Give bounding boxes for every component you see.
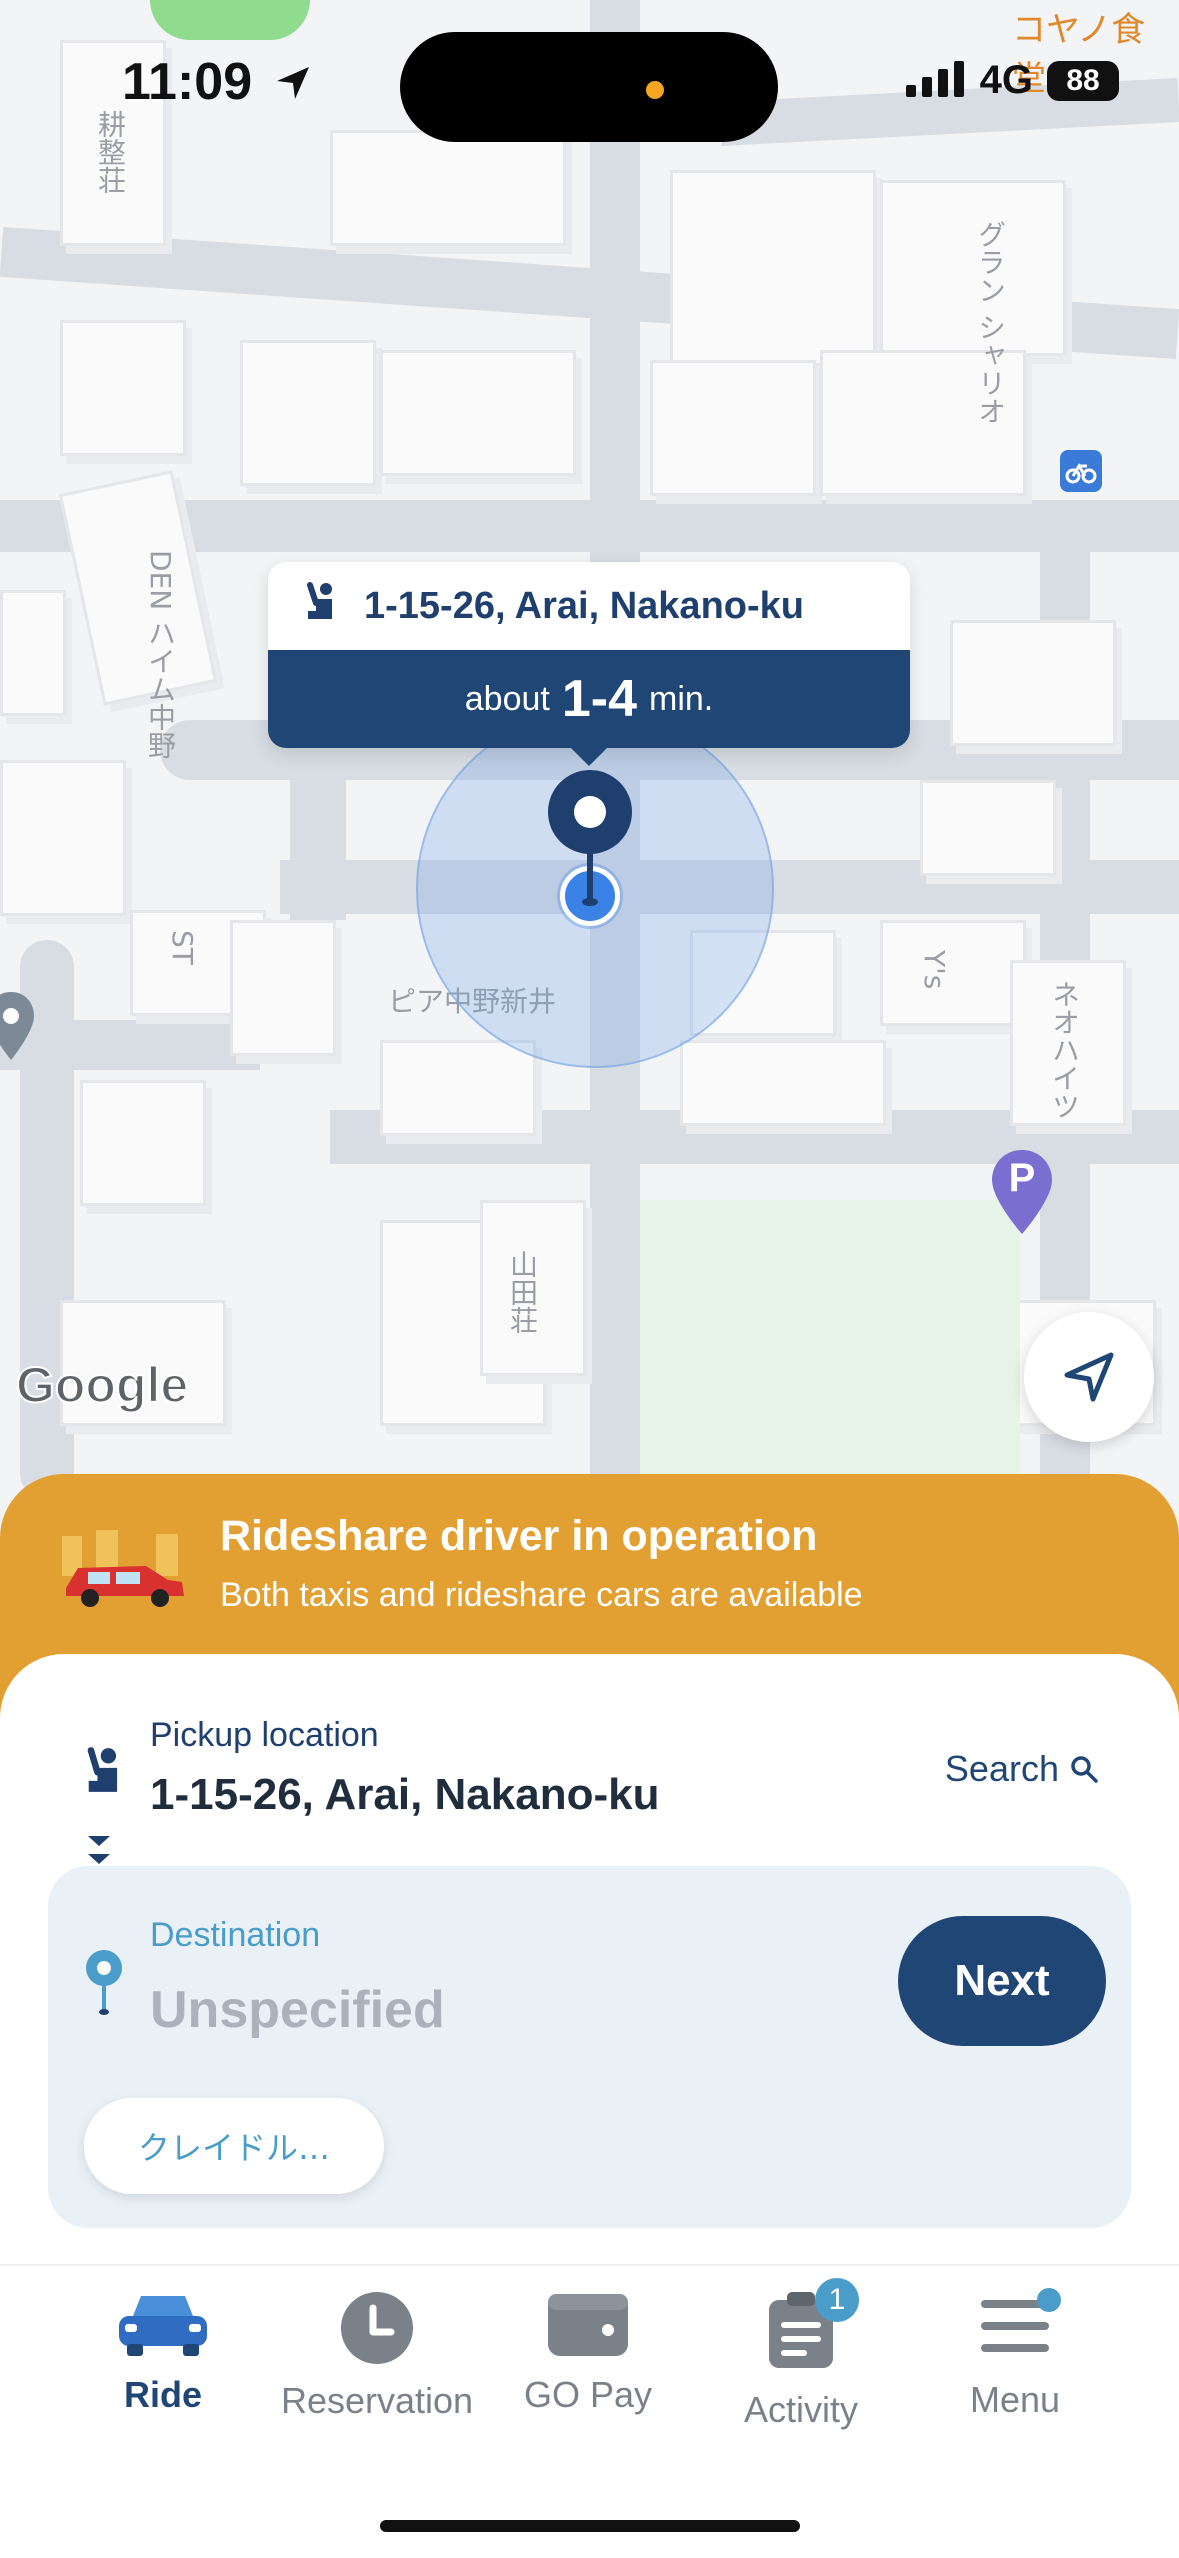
car-icon bbox=[56, 1530, 196, 1615]
wallet-icon bbox=[548, 2294, 628, 2356]
passenger-waving-icon bbox=[302, 581, 342, 631]
tab-label: Ride bbox=[123, 2374, 202, 2415]
tab-label: Reservation bbox=[280, 2380, 474, 2421]
pickup-callout[interactable]: 1-15-26, Arai, Nakano-ku about 1-4 min. bbox=[268, 562, 910, 748]
callout-address: 1-15-26, Arai, Nakano-ku bbox=[364, 584, 804, 627]
map-label: ST bbox=[166, 930, 199, 965]
recent-destination-chip[interactable]: クレイドル… bbox=[84, 2098, 384, 2194]
map-pin-icon[interactable] bbox=[0, 990, 36, 1075]
search-icon bbox=[1071, 1756, 1098, 1783]
pickup-pin-icon[interactable] bbox=[545, 768, 635, 913]
signal-icon bbox=[905, 59, 966, 102]
activity-badge: 1 bbox=[815, 2278, 859, 2322]
home-indicator[interactable] bbox=[380, 2520, 800, 2532]
pickup-passenger-icon bbox=[82, 1746, 126, 1799]
map-view[interactable]: 耕整荘 グラン シャリオ DEN ハイム中野 ST ピア中野新井 Y's ネオハ… bbox=[0, 0, 1179, 1500]
network-type: 4G bbox=[979, 58, 1033, 102]
battery-icon: 88 bbox=[1047, 60, 1119, 101]
tab-go-pay[interactable]: GO Pay bbox=[473, 2290, 703, 2450]
banner-title: Rideshare driver in operation bbox=[220, 1512, 818, 1560]
bicycle-icon bbox=[1060, 450, 1102, 492]
parking-marker-icon[interactable]: P bbox=[990, 1148, 1054, 1243]
eta-suffix: min. bbox=[649, 679, 714, 718]
menu-notification-dot bbox=[1037, 2288, 1061, 2312]
parking-label: P bbox=[1008, 1156, 1036, 1200]
next-button[interactable]: Next bbox=[898, 1916, 1106, 2046]
pickup-label: Pickup location bbox=[150, 1716, 379, 1754]
clock-icon bbox=[341, 2292, 413, 2364]
car-icon bbox=[119, 2296, 207, 2356]
destination-pin-icon bbox=[82, 1948, 126, 2023]
tab-reservation[interactable]: Reservation bbox=[262, 2290, 492, 2450]
search-button[interactable]: Search bbox=[945, 1748, 1099, 1790]
dynamic-island bbox=[400, 32, 778, 142]
destination-value[interactable]: Unspecified bbox=[150, 1980, 445, 2040]
google-logo: Google bbox=[15, 1356, 189, 1414]
search-label: Search bbox=[944, 1748, 1059, 1789]
banner-subtitle: Both taxis and rideshare cars are availa… bbox=[220, 1576, 863, 1614]
map-label: Y's bbox=[918, 950, 951, 990]
map-label: 耕整荘 bbox=[94, 110, 127, 194]
destination-label: Destination bbox=[150, 1916, 321, 1954]
map-label: グラン シャリオ bbox=[974, 220, 1007, 425]
location-arrow-icon bbox=[276, 67, 309, 99]
status-time: 11:09 bbox=[122, 52, 313, 112]
pickup-address[interactable]: 1-15-26, Arai, Nakano-ku bbox=[150, 1770, 659, 1820]
map-label: DEN ハイム中野 bbox=[144, 550, 177, 760]
navigation-arrow-icon bbox=[1064, 1352, 1114, 1402]
tab-ride[interactable]: Ride bbox=[48, 2290, 278, 2450]
tab-label: Activity bbox=[743, 2389, 858, 2430]
eta-value: 1-4 bbox=[561, 670, 637, 728]
eta-prefix: about bbox=[464, 679, 550, 718]
map-label: ネオハイツ bbox=[1048, 980, 1081, 1120]
tab-label: GO Pay bbox=[523, 2374, 653, 2415]
map-label: 山田荘 bbox=[506, 1250, 539, 1334]
callout-pointer bbox=[569, 746, 609, 766]
tab-activity[interactable]: 1 Activity bbox=[686, 2278, 916, 2450]
tab-menu[interactable]: Menu bbox=[900, 2288, 1130, 2450]
privacy-indicator-dot bbox=[646, 81, 664, 99]
tab-label: Menu bbox=[969, 2379, 1061, 2420]
recenter-button[interactable] bbox=[1024, 1312, 1154, 1442]
